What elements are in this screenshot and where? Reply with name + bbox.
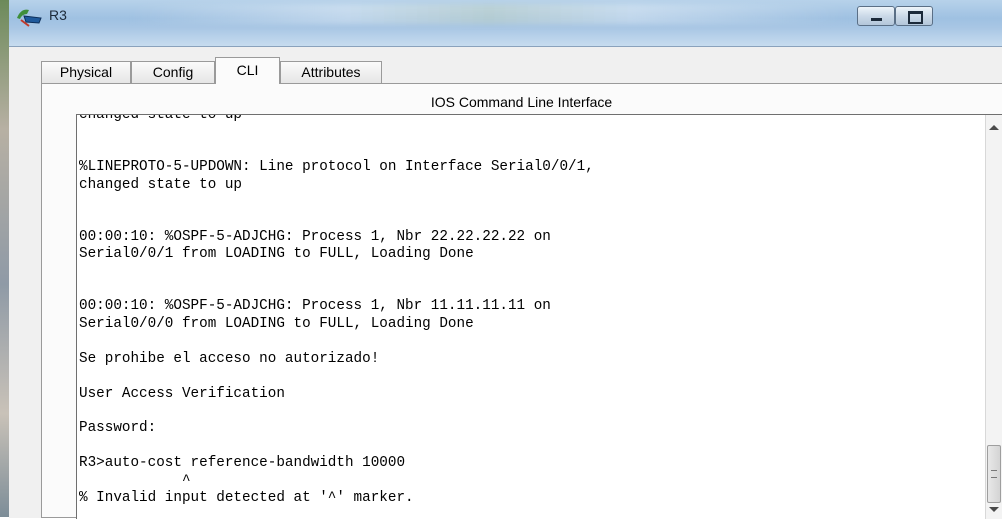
tab-cli[interactable]: CLI <box>215 57 280 84</box>
cli-terminal[interactable]: changed state to up %LINEPROTO-5-UPDOWN:… <box>76 114 1002 519</box>
router-window: R3 Physical Config CLI Attributes IOS Co… <box>9 0 1002 519</box>
cli-header: IOS Command Line Interface <box>430 94 613 110</box>
minimize-button[interactable] <box>857 6 895 26</box>
scroll-down-arrow-icon[interactable] <box>989 507 999 512</box>
scroll-thumb[interactable] <box>987 445 1001 503</box>
terminal-scrollbar[interactable] <box>985 115 1002 519</box>
maximize-button[interactable] <box>895 6 933 26</box>
title-bar[interactable]: R3 <box>9 0 1002 46</box>
router-icon <box>15 6 43 28</box>
scroll-up-arrow-icon[interactable] <box>989 125 999 130</box>
tab-physical[interactable]: Physical <box>41 61 131 83</box>
title-bar-glass <box>129 4 849 24</box>
window-title: R3 <box>49 7 67 23</box>
cli-panel: IOS Command Line Interface changed state… <box>41 83 1002 519</box>
tab-attributes[interactable]: Attributes <box>280 61 382 83</box>
terminal-output[interactable]: changed state to up %LINEPROTO-5-UPDOWN:… <box>79 115 959 519</box>
tab-config[interactable]: Config <box>131 61 215 83</box>
desktop-background-strip <box>0 0 9 517</box>
client-area: Physical Config CLI Attributes IOS Comma… <box>9 46 1002 519</box>
